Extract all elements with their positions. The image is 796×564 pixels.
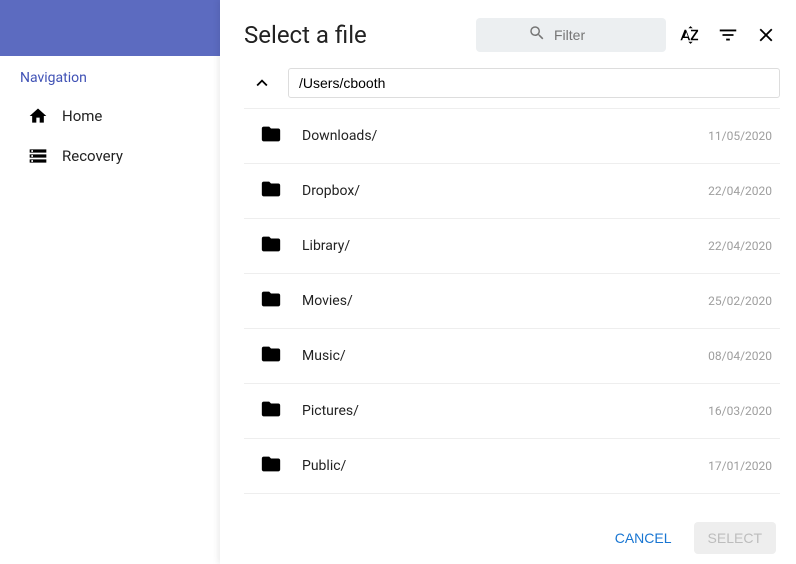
dialog-title: Select a file <box>244 21 367 49</box>
file-row[interactable]: Library/22/04/2020 <box>244 218 780 273</box>
file-dialog: Select a file Downloads/11/05/2020 <box>220 0 796 564</box>
sidebar-item-label: Home <box>62 107 102 125</box>
file-date: 22/04/2020 <box>708 184 772 198</box>
path-input[interactable] <box>288 68 780 98</box>
folder-icon <box>260 453 282 479</box>
file-row[interactable]: Downloads/11/05/2020 <box>244 108 780 163</box>
file-date: 25/02/2020 <box>708 294 772 308</box>
sidebar-header <box>0 0 220 56</box>
filter-box[interactable] <box>476 18 666 52</box>
select-button[interactable]: Select <box>694 522 776 554</box>
storage-icon <box>28 146 48 166</box>
file-row[interactable]: Movies/25/02/2020 <box>244 273 780 328</box>
filter-input[interactable] <box>554 27 614 43</box>
file-name: Dropbox/ <box>302 183 688 199</box>
folder-icon <box>260 233 282 259</box>
folder-icon <box>260 178 282 204</box>
file-date: 22/04/2020 <box>708 239 772 253</box>
file-row[interactable]: Music/08/04/2020 <box>244 328 780 383</box>
sidebar-item-label: Recovery <box>62 147 123 165</box>
sidebar-item-recovery[interactable]: Recovery <box>0 136 220 176</box>
sidebar-item-home[interactable]: Home <box>0 96 220 136</box>
filter-list-button[interactable] <box>714 21 742 49</box>
close-button[interactable] <box>752 21 780 49</box>
folder-icon <box>260 398 282 424</box>
sidebar: Navigation Home Recovery <box>0 0 220 564</box>
dialog-header-actions <box>476 18 780 52</box>
file-row[interactable]: Pictures/16/03/2020 <box>244 383 780 438</box>
file-list: Downloads/11/05/2020Dropbox/22/04/2020Li… <box>244 108 780 508</box>
file-name: Music/ <box>302 348 688 364</box>
path-row <box>244 64 780 108</box>
sidebar-title: Navigation <box>0 56 220 96</box>
folder-icon <box>260 343 282 369</box>
file-name: Public/ <box>302 458 688 474</box>
folder-icon <box>260 288 282 314</box>
file-name: Downloads/ <box>302 128 688 144</box>
file-date: 16/03/2020 <box>708 404 772 418</box>
folder-icon <box>260 123 282 149</box>
home-icon <box>28 106 48 126</box>
file-date: 11/05/2020 <box>708 129 772 143</box>
search-icon <box>528 24 546 46</box>
file-date: 17/01/2020 <box>708 459 772 473</box>
dialog-footer: Cancel Select <box>244 508 780 564</box>
file-row[interactable]: Public/17/01/2020 <box>244 438 780 494</box>
file-row[interactable]: Dropbox/22/04/2020 <box>244 163 780 218</box>
file-date: 08/04/2020 <box>708 349 772 363</box>
file-name: Pictures/ <box>302 403 688 419</box>
file-name: Library/ <box>302 238 688 254</box>
up-button[interactable] <box>248 69 276 97</box>
file-name: Movies/ <box>302 293 688 309</box>
sort-alpha-button[interactable] <box>676 21 704 49</box>
cancel-button[interactable]: Cancel <box>601 522 686 554</box>
dialog-header: Select a file <box>244 0 780 64</box>
